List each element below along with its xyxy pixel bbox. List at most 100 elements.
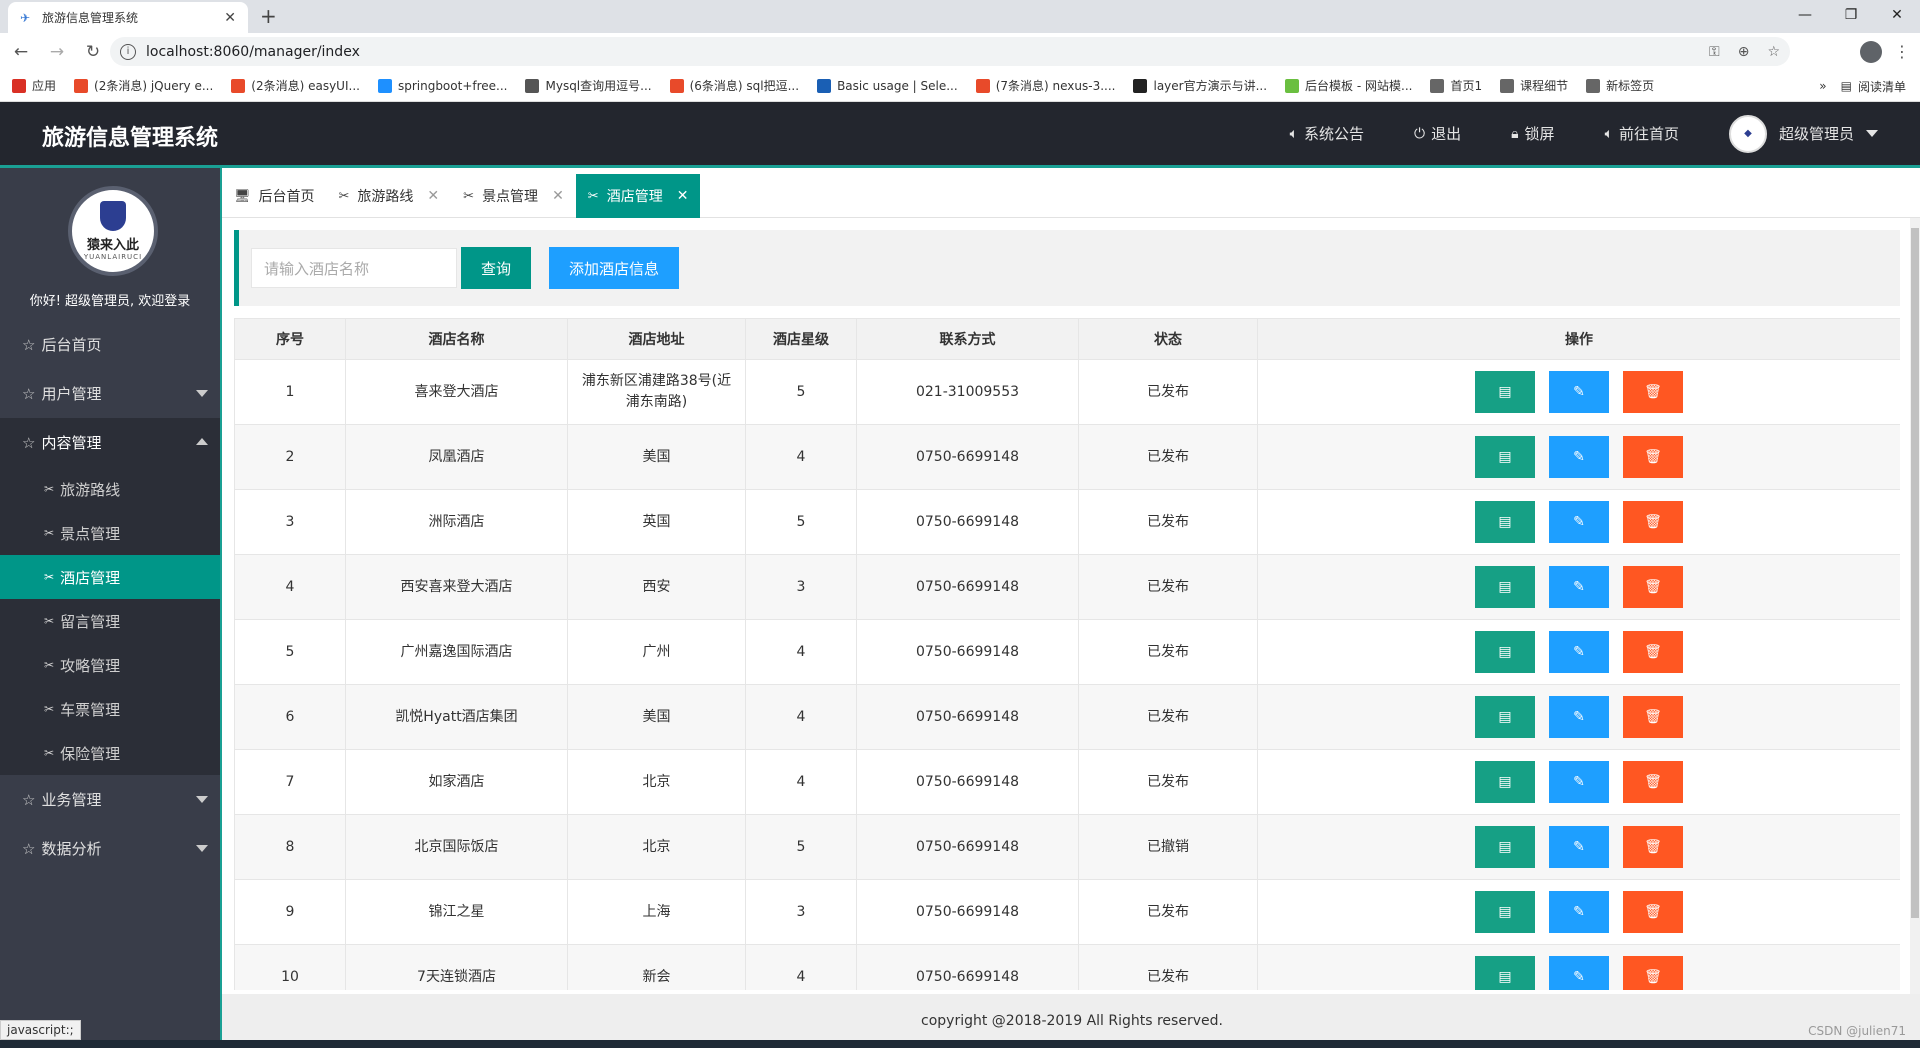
edit-button[interactable]: ✎	[1549, 501, 1609, 543]
delete-button[interactable]: 🗑︎	[1623, 891, 1683, 933]
edit-button[interactable]: ✎	[1549, 761, 1609, 803]
browser-menu-icon[interactable]: ⋮	[1894, 42, 1910, 61]
query-button[interactable]: 查询	[461, 247, 532, 289]
delete-button[interactable]: 🗑︎	[1623, 371, 1683, 413]
edit-button[interactable]: ✎	[1549, 696, 1609, 738]
view-button[interactable]: ▤	[1475, 956, 1535, 990]
table-cell: 0750-6699148	[856, 424, 1079, 490]
sidebar-subitem[interactable]: ✂ 车票管理	[0, 687, 220, 731]
reload-icon[interactable]: ↻	[78, 42, 108, 62]
chevron-down-icon	[196, 796, 208, 803]
page-tab[interactable]: ✂ 景点管理 ✕	[451, 174, 576, 218]
page-tab[interactable]: ✂ 酒店管理 ✕	[575, 174, 701, 218]
nav-logout[interactable]: ⏻ 退出	[1414, 123, 1461, 144]
sidebar-item-users[interactable]: ☆ 用户管理	[0, 369, 220, 418]
scrollbar-thumb[interactable]	[1911, 228, 1919, 918]
sidebar-item-business[interactable]: ☆ 业务管理	[0, 775, 220, 824]
sidebar-subitem[interactable]: ✂ 酒店管理	[0, 555, 220, 599]
edit-button[interactable]: ✎	[1549, 956, 1609, 990]
zoom-icon[interactable]: ⊕	[1738, 44, 1750, 60]
bookmark-item[interactable]: (2条消息) jQuery e...	[74, 77, 213, 94]
restore-icon[interactable]: ❐	[1828, 0, 1874, 33]
view-button[interactable]: ▤	[1475, 631, 1535, 673]
view-button[interactable]: ▤	[1475, 371, 1535, 413]
bookmark-item[interactable]: springboot+free...	[377, 78, 507, 93]
bookmark-item[interactable]: 课程细节	[1500, 77, 1568, 94]
edit-button[interactable]: ✎	[1549, 566, 1609, 608]
close-icon[interactable]: ✕	[427, 188, 439, 204]
edit-button[interactable]: ✎	[1549, 631, 1609, 673]
close-icon[interactable]: ✕	[552, 188, 564, 204]
edit-button[interactable]: ✎	[1549, 826, 1609, 868]
stack-icon	[817, 78, 832, 93]
star-icon: ☆	[22, 384, 36, 403]
page-tab[interactable]: 🖥︎ 后台首页	[222, 174, 327, 218]
profile-avatar-icon[interactable]	[1860, 41, 1882, 63]
view-button[interactable]: ▤	[1475, 436, 1535, 478]
bookmark-item[interactable]: (7条消息) nexus-3....	[975, 77, 1115, 94]
bookmark-item[interactable]: 后台模板 - 网站模...	[1285, 77, 1412, 94]
edit-button[interactable]: ✎	[1549, 371, 1609, 413]
omnibox[interactable]: i localhost:8060/manager/index ⚿ ⊕ ☆	[110, 37, 1790, 66]
bookmark-item[interactable]: 首页1	[1430, 77, 1482, 94]
sidebar-item-home[interactable]: ☆ 后台首页	[0, 320, 220, 369]
user-name[interactable]: 超级管理员	[1779, 123, 1854, 144]
bookmark-item[interactable]: (2条消息) easyUI...	[231, 77, 360, 94]
overflow-chevron-icon[interactable]: »	[1819, 79, 1826, 93]
bookmark-item[interactable]: 应用	[12, 77, 56, 94]
sidebar-subitem[interactable]: ✂ 攻略管理	[0, 643, 220, 687]
delete-button[interactable]: 🗑︎	[1623, 501, 1683, 543]
view-button[interactable]: ▤	[1475, 761, 1535, 803]
sidebar-item-analytics[interactable]: ☆ 数据分析	[0, 824, 220, 873]
close-tab-icon[interactable]: ✕	[224, 10, 236, 26]
forward-icon[interactable]: →	[42, 42, 72, 62]
view-button[interactable]: ▤	[1475, 696, 1535, 738]
delete-button[interactable]: 🗑︎	[1623, 826, 1683, 868]
delete-button[interactable]: 🗑︎	[1623, 566, 1683, 608]
sidebar-subitem[interactable]: ✂ 留言管理	[0, 599, 220, 643]
minimize-icon[interactable]: —	[1782, 0, 1828, 33]
bookmark-item[interactable]: 新标签页	[1586, 77, 1654, 94]
table-cell: 浦东新区浦建路38号(近浦东南路)	[567, 359, 746, 425]
bookmark-item[interactable]: Mysql查询用逗号...	[525, 77, 652, 94]
add-hotel-button[interactable]: 添加酒店信息	[549, 247, 680, 289]
edit-button[interactable]: ✎	[1549, 436, 1609, 478]
close-icon[interactable]: ✕	[677, 188, 689, 204]
bookmark-item[interactable]: (6条消息) sql把逗...	[669, 77, 799, 94]
hotel-search-input[interactable]: 请输入酒店名称	[251, 248, 457, 288]
new-tab-button[interactable]: +	[260, 4, 277, 28]
chevron-down-icon[interactable]	[1866, 130, 1878, 137]
sidebar-item-content[interactable]: ☆ 内容管理	[0, 418, 220, 467]
nav-home[interactable]: 🔈︎ 前往首页	[1605, 123, 1679, 144]
back-icon[interactable]: ←	[6, 42, 36, 62]
bookmark-star-icon[interactable]: ☆	[1767, 44, 1780, 60]
delete-button[interactable]: 🗑︎	[1623, 631, 1683, 673]
bookmark-item[interactable]: layer官方演示与讲...	[1133, 77, 1267, 94]
edit-button[interactable]: ✎	[1549, 891, 1609, 933]
reading-list[interactable]: » ▤ 阅读清单	[1819, 70, 1906, 101]
sidebar-subitem[interactable]: ✂ 景点管理	[0, 511, 220, 555]
view-button[interactable]: ▤	[1475, 891, 1535, 933]
page-tab[interactable]: ✂ 旅游路线 ✕	[327, 174, 452, 218]
document-icon: ▤	[1498, 903, 1512, 920]
site-info-icon[interactable]: i	[120, 43, 136, 60]
nav-announcement[interactable]: 🔈︎ 系统公告	[1290, 123, 1364, 144]
delete-button[interactable]: 🗑︎	[1623, 761, 1683, 803]
delete-button[interactable]: 🗑︎	[1623, 956, 1683, 990]
url-text[interactable]: localhost:8060/manager/index	[146, 44, 1691, 60]
sidebar-subitem[interactable]: ✂ 旅游路线	[0, 467, 220, 511]
browser-tab[interactable]: ✈ 旅游信息管理系统 ✕	[8, 2, 248, 33]
content-scrollbar[interactable]	[1910, 218, 1920, 998]
avatar[interactable]: ◆	[1728, 114, 1767, 153]
delete-button[interactable]: 🗑︎	[1623, 436, 1683, 478]
delete-button[interactable]: 🗑︎	[1623, 696, 1683, 738]
sidebar-subitem[interactable]: ✂ 保险管理	[0, 731, 220, 775]
bookmark-item[interactable]: Basic usage | Sele...	[817, 78, 958, 93]
view-button[interactable]: ▤	[1475, 826, 1535, 868]
window-close-icon[interactable]: ✕	[1874, 0, 1920, 33]
nav-lock[interactable]: 🔒︎ 锁屏	[1511, 123, 1554, 144]
row-actions: ▤ ✎ 🗑︎	[1270, 501, 1888, 543]
view-button[interactable]: ▤	[1475, 566, 1535, 608]
view-button[interactable]: ▤	[1475, 501, 1535, 543]
key-icon[interactable]: ⚿	[1709, 44, 1720, 60]
